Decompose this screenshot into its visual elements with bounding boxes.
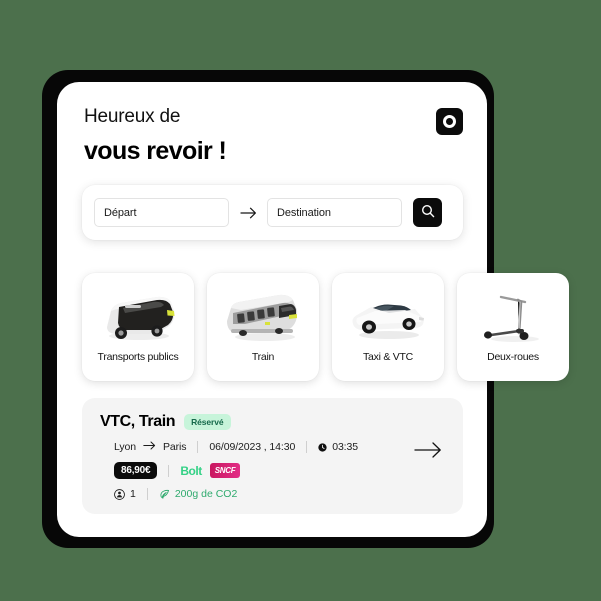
route-destination: Paris (162, 441, 187, 453)
origin-input[interactable]: Départ (94, 198, 229, 227)
booking-title: VTC, Train (100, 413, 176, 430)
booking-header: VTC, Train Réservé (100, 413, 445, 431)
meta-divider (306, 441, 308, 453)
route: Lyon Paris (114, 441, 187, 453)
co2-info: 200g de CO2 (159, 488, 237, 500)
booking-detail-button[interactable] (413, 440, 443, 465)
car-icon (340, 287, 436, 349)
category-label: Transports publics (97, 351, 179, 363)
category-card-transports-publics[interactable]: Transports publics (82, 273, 194, 381)
destination-input[interactable]: Destination (267, 198, 402, 227)
booking-foot-row: 1 200g de CO2 (114, 488, 445, 500)
headline-greeting: Heureux de (84, 106, 181, 127)
meta-divider (197, 441, 199, 453)
search-icon (421, 204, 435, 221)
passenger-icon (114, 488, 125, 500)
arrow-right-icon (143, 441, 156, 453)
bus-icon (90, 287, 186, 349)
destination-input-text: Destination (277, 206, 331, 219)
ring-logo-icon (436, 108, 463, 135)
booking-meta-row: Lyon Paris 06/09/2023 , 14:30 03:35 (114, 441, 445, 453)
booking-duration: 03:35 (332, 441, 358, 453)
page-title: vous revoir ! (84, 137, 227, 165)
booking-datetime: 06/09/2023 , 14:30 (209, 441, 296, 453)
operator-logo-bolt: Bolt (180, 463, 202, 478)
arrow-right-long-icon (413, 442, 443, 464)
header: Heureux de vous revoir ! (84, 104, 463, 166)
tram-icon (215, 287, 311, 349)
category-label: Deux-roues (487, 351, 539, 363)
clock-icon (318, 442, 327, 452)
category-card-deux-roues[interactable]: Deux-roues (457, 273, 569, 381)
passenger-count: 1 (114, 488, 136, 500)
app-card: Heureux de vous revoir ! Départ Destinat… (57, 82, 569, 537)
price-badge: 86,90€ (114, 462, 158, 479)
booking-tag-row: 86,90€ Bolt SNCF (114, 462, 445, 479)
operator-logo-sncf: SNCF (209, 463, 241, 478)
co2-value: 200g de CO2 (174, 488, 238, 500)
category-row: Transports publics Train Taxi & VTC Deux… (82, 273, 569, 381)
search-bar: Départ Destination (82, 185, 463, 240)
category-label: Taxi & VTC (362, 351, 413, 363)
category-label: Train (251, 351, 275, 363)
app-stage: Heureux de vous revoir ! Départ Destinat… (0, 0, 601, 601)
origin-input-text: Départ (104, 206, 137, 219)
category-card-taxi-vtc[interactable]: Taxi & VTC (332, 273, 444, 381)
arrow-right-icon (229, 207, 267, 219)
passenger-count-value: 1 (130, 488, 136, 500)
search-button[interactable] (413, 198, 442, 227)
ring-logo-inner (443, 115, 456, 128)
scooter-icon (465, 287, 561, 349)
leaf-icon (159, 489, 170, 500)
route-origin: Lyon (114, 441, 136, 453)
status-badge: Réservé (184, 414, 231, 430)
category-card-train[interactable]: Train (207, 273, 319, 381)
meta-divider (168, 464, 170, 477)
booking-card[interactable]: VTC, Train Réservé Lyon Paris 06/09/2023… (82, 398, 463, 514)
meta-divider (146, 488, 148, 500)
